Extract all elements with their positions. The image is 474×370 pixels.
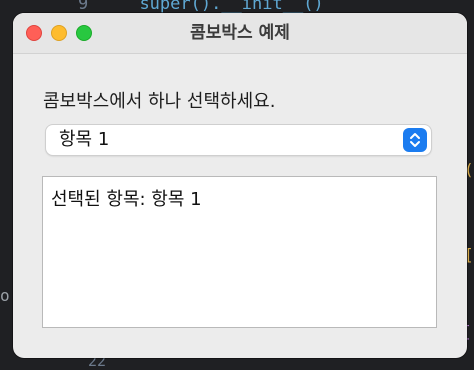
- result-text: 선택된 항목: 항목 1: [51, 189, 202, 210]
- prompt-label: 콤보박스에서 하나 선택하세요.: [43, 91, 276, 112]
- combobox-selected-value: 항목 1: [59, 129, 110, 150]
- window-title: 콤보박스 예제: [190, 23, 290, 43]
- code-text: super().__init__(): [139, 0, 324, 14]
- chevron-up-down-icon: [410, 133, 420, 147]
- combobox-arrow-button[interactable]: [403, 128, 427, 152]
- background-code-fragment: o: [0, 286, 10, 305]
- combobox[interactable]: 항목 1: [46, 125, 431, 155]
- title-bar[interactable]: 콤보박스 예제: [13, 13, 467, 54]
- line-number: 9: [78, 0, 89, 14]
- result-text-area[interactable]: 선택된 항목: 항목 1: [42, 176, 437, 328]
- app-window: 콤보박스 예제 콤보박스에서 하나 선택하세요. 항목 1 선택된 항목: 항목…: [13, 13, 467, 358]
- background-code-line: 9 super().__init__(): [78, 0, 324, 14]
